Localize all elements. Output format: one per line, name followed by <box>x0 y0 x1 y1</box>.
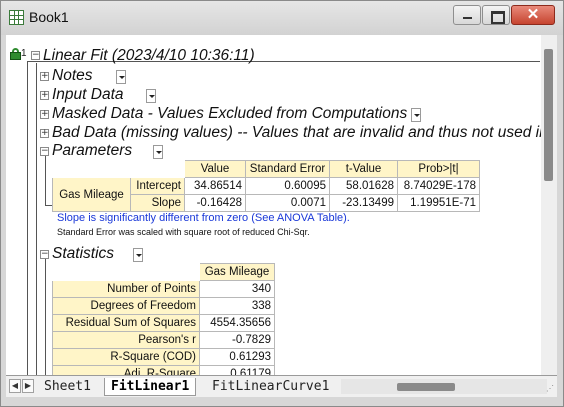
table-cell[interactable]: 8.74029E-178 <box>397 177 480 195</box>
notes-dropdown[interactable] <box>116 70 126 84</box>
table-cell[interactable]: 0.61293 <box>199 348 275 366</box>
statistics-table: Gas Mileage Number of Points 340 Degrees… <box>52 263 275 375</box>
table-cell[interactable]: 0.61179 <box>199 365 275 375</box>
group-label: Gas Mileage <box>52 177 131 212</box>
slope-note[interactable]: Slope is significantly different from ze… <box>57 212 350 224</box>
statistics-collapse-toggle[interactable]: − <box>40 250 49 259</box>
section-input-data[interactable]: Input Data <box>52 86 124 104</box>
vertical-scroll-thumb[interactable] <box>544 49 553 181</box>
horizontal-scroll-thumb[interactable] <box>397 383 455 391</box>
table-row: Residual Sum of Squares 4554.35656 <box>52 314 275 332</box>
row-label: Intercept <box>130 177 185 195</box>
notes-expand-toggle[interactable]: + <box>40 72 49 81</box>
statistics-dropdown[interactable] <box>133 248 143 262</box>
parameters-dropdown[interactable] <box>153 145 163 159</box>
tab-fitlinearcurve1[interactable]: FitLinearCurve1 <box>206 378 335 396</box>
column-header[interactable]: Standard Error <box>245 160 330 178</box>
workbook-icon <box>9 10 24 25</box>
sheet-tab-bar: ◀ ▶ Sheet1 FitLinear1 FitLinearCurve1 ⋰ <box>6 375 557 397</box>
input-data-expand-toggle[interactable]: + <box>40 91 49 100</box>
tab-sheet1[interactable]: Sheet1 <box>38 378 97 396</box>
close-button[interactable]: ✕ <box>511 5 555 25</box>
parameters-collapse-toggle[interactable]: − <box>40 147 49 156</box>
column-header[interactable]: Gas Mileage <box>199 263 275 281</box>
column-header[interactable]: Value <box>184 160 246 178</box>
table-cell[interactable]: -0.7829 <box>199 331 275 349</box>
standard-error-note: Standard Error was scaled with square ro… <box>57 227 310 237</box>
tree-line <box>45 255 46 375</box>
horizontal-scrollbar[interactable] <box>341 379 547 394</box>
row-label: R-Square (COD) <box>52 348 200 366</box>
close-icon: ✕ <box>526 6 540 23</box>
table-cell[interactable]: 1.19951E-71 <box>397 194 480 212</box>
lock-number: 1 <box>21 48 27 59</box>
section-statistics[interactable]: Statistics <box>52 245 114 263</box>
table-row: Pearson's r -0.7829 <box>52 331 275 349</box>
table-cell[interactable]: -23.13499 <box>329 194 398 212</box>
resize-grip-icon[interactable]: ⋰ <box>546 384 554 393</box>
section-masked-data[interactable]: Masked Data - Values Excluded from Compu… <box>52 105 407 123</box>
section-bad-data[interactable]: Bad Data (missing values) -- Values that… <box>52 124 542 142</box>
table-cell[interactable]: 338 <box>199 297 275 315</box>
tree-line <box>27 61 28 375</box>
table-cell[interactable]: -0.16428 <box>184 194 246 212</box>
tab-scroll-left-button[interactable]: ◀ <box>9 379 21 393</box>
table-cell[interactable]: 58.01628 <box>329 177 398 195</box>
section-notes[interactable]: Notes <box>52 67 93 85</box>
table-row: Gas Mileage Intercept 34.86514 0.60095 5… <box>52 177 480 212</box>
tab-fitlinear1[interactable]: FitLinear1 <box>104 378 197 396</box>
masked-data-expand-toggle[interactable]: + <box>40 110 49 119</box>
table-row: Adj. R-Square 0.61179 <box>52 365 275 375</box>
title-bar[interactable]: Book1 ✕ <box>1 1 563 35</box>
window-title: Book1 <box>29 9 69 25</box>
table-cell[interactable]: 0.0071 <box>245 194 330 212</box>
row-label: Pearson's r <box>52 331 200 349</box>
column-header[interactable]: t-Value <box>329 160 398 178</box>
input-data-dropdown[interactable] <box>146 89 156 103</box>
maximize-button[interactable] <box>482 5 510 25</box>
section-parameters[interactable]: Parameters <box>52 142 132 160</box>
vertical-scrollbar[interactable] <box>541 35 557 375</box>
tree-line <box>36 63 37 375</box>
parameters-table: Value Standard Error t-Value Prob>|t| Ga… <box>52 160 480 212</box>
minimize-button[interactable] <box>453 5 481 25</box>
table-row: Degrees of Freedom 338 <box>52 297 275 315</box>
table-row: Number of Points 340 <box>52 280 275 298</box>
table-cell[interactable]: 4554.35656 <box>199 314 275 332</box>
workbook-window: Book1 ✕ 1 − Linear Fit (2023/4/10 10:36:… <box>0 0 564 407</box>
bad-data-expand-toggle[interactable]: + <box>40 129 49 138</box>
triangle-left-icon: ◀ <box>11 381 19 390</box>
report-sheet[interactable]: 1 − Linear Fit (2023/4/10 10:36:11) + No… <box>6 35 557 375</box>
row-label: Adj. R-Square <box>52 365 200 375</box>
table-cell[interactable]: 340 <box>199 280 275 298</box>
row-label: Degrees of Freedom <box>52 297 200 315</box>
row-label: Number of Points <box>52 280 200 298</box>
report-title: Linear Fit (2023/4/10 10:36:11) <box>43 47 255 64</box>
tree-line <box>45 151 46 205</box>
root-collapse-toggle[interactable]: − <box>31 51 40 60</box>
table-row: R-Square (COD) 0.61293 <box>52 348 275 366</box>
column-header[interactable]: Prob>|t| <box>397 160 480 178</box>
triangle-right-icon: ▶ <box>24 381 32 390</box>
table-cell[interactable]: 0.60095 <box>245 177 330 195</box>
table-cell[interactable]: 34.86514 <box>184 177 246 195</box>
tab-scroll-right-button[interactable]: ▶ <box>22 379 34 393</box>
row-label: Slope <box>130 194 185 212</box>
masked-data-dropdown[interactable] <box>411 108 421 122</box>
row-label: Residual Sum of Squares <box>52 314 200 332</box>
